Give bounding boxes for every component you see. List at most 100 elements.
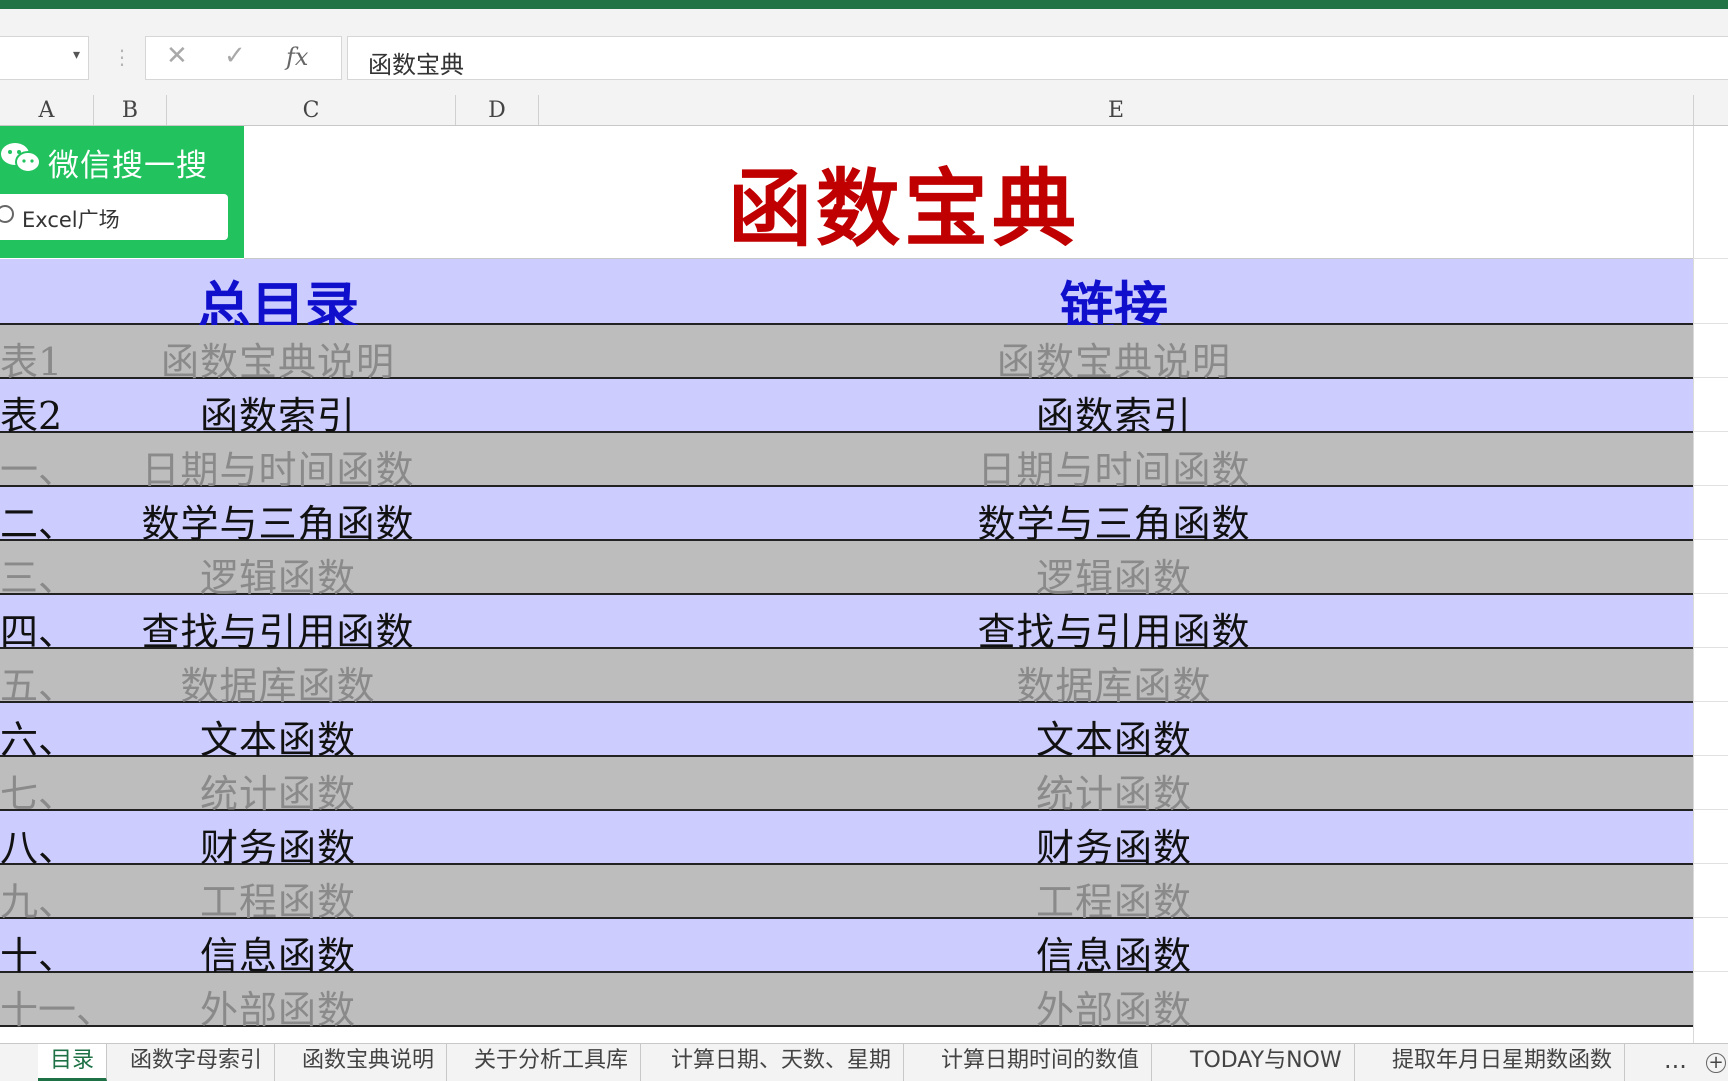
sheet-tab-bar: 目录 函数字母索引 函数宝典说明 关于分析工具库 计算日期、天数、星期 计算日期… (0, 1043, 1728, 1081)
row-gridline (1693, 647, 1728, 648)
row-link[interactable]: 逻辑函数 (914, 547, 1314, 602)
sheet-tab[interactable]: 计算日期时间的数值 (929, 1044, 1153, 1081)
sheet-tab[interactable]: 函数宝典说明 (290, 1044, 448, 1081)
row-link[interactable]: 数学与三角函数 (914, 493, 1314, 548)
row-title: 工程函数 (199, 880, 356, 924)
column-header-b[interactable]: B (94, 95, 167, 125)
row-gridline (1693, 809, 1728, 810)
row-number: 九、 (0, 880, 77, 924)
row-gridline (1693, 917, 1728, 918)
row-title: 查找与引用函数 (141, 610, 415, 654)
row-title: 日期与时间函数 (141, 448, 415, 492)
drag-handle-icon[interactable]: ⋮ (112, 45, 132, 69)
sheet-tab[interactable]: 函数字母索引 (118, 1044, 276, 1081)
row-link[interactable]: 函数索引 (914, 385, 1314, 440)
row-title: 文本函数 (199, 718, 356, 762)
table-row[interactable]: 五、 数据库函数 数据库函数 (0, 649, 1693, 708)
table-row[interactable]: 七、 统计函数 统计函数 (0, 757, 1693, 816)
table-row[interactable]: 表2 函数索引 函数索引 (0, 379, 1693, 438)
cancel-icon[interactable]: ✕ (166, 41, 188, 71)
search-icon (0, 205, 14, 223)
formula-content: 函数宝典 (368, 51, 464, 79)
column-headers: A B C D E (0, 95, 1728, 126)
row-link[interactable]: 函数宝典说明 (914, 331, 1314, 386)
row-gridline (1693, 971, 1728, 972)
column-header-d[interactable]: D (456, 95, 539, 125)
row-gridline (1693, 593, 1728, 594)
column-header-a[interactable]: A (0, 95, 94, 125)
row-gridline (1693, 323, 1728, 324)
row-link[interactable]: 文本函数 (914, 709, 1314, 764)
row-link[interactable]: 统计函数 (914, 763, 1314, 818)
enter-icon[interactable]: ✓ (224, 41, 246, 71)
row-title: 逻辑函数 (199, 556, 356, 600)
row-number: 三、 (0, 556, 77, 600)
table-row[interactable]: 九、 工程函数 工程函数 (0, 865, 1693, 924)
table-row[interactable]: 十一、 外部函数 外部函数 (0, 973, 1693, 1032)
column-divider (1693, 126, 1694, 1043)
row-number: 二、 (0, 502, 77, 546)
table-row[interactable]: 一、 日期与时间函数 日期与时间函数 (0, 433, 1693, 492)
sheet-tab[interactable]: TODAY与NOW (1178, 1044, 1355, 1081)
more-tabs-button[interactable]: ... (1664, 1046, 1687, 1074)
column-header-e[interactable]: E (539, 95, 1694, 125)
column-header-c[interactable]: C (167, 95, 456, 125)
row-gridline (1693, 431, 1728, 432)
row-number: 七、 (0, 772, 77, 816)
table-row[interactable]: 十、 信息函数 信息函数 (0, 919, 1693, 978)
page-title: 函数宝典 (727, 159, 1080, 258)
table-header-row[interactable]: 总目录 链接 (0, 259, 1693, 339)
row-title: 数据库函数 (180, 664, 376, 708)
row-number: 五、 (0, 664, 77, 708)
table-row[interactable]: 八、 财务函数 财务函数 (0, 811, 1693, 870)
table-row[interactable]: 六、 文本函数 文本函数 (0, 703, 1693, 762)
add-sheet-icon[interactable]: + (1706, 1053, 1726, 1073)
row-gridline (1693, 377, 1728, 378)
wechat-search-badge: 微信搜一搜 Excel广场 (0, 126, 244, 258)
table-row[interactable]: 三、 逻辑函数 逻辑函数 (0, 541, 1693, 600)
row-title: 统计函数 (199, 772, 356, 816)
wechat-icon (1, 143, 41, 173)
row-gridline (1693, 755, 1728, 756)
row-number: 四、 (0, 610, 77, 654)
chevron-down-icon[interactable]: ▾ (73, 47, 80, 63)
row-title: 数学与三角函数 (141, 502, 415, 546)
row-title: 函数索引 (199, 394, 356, 438)
title-cell[interactable]: 函数宝典 (244, 126, 1693, 259)
row-link[interactable]: 日期与时间函数 (914, 439, 1314, 494)
row-number: 十、 (0, 934, 77, 978)
row-number: 表1 (0, 340, 63, 384)
row-link[interactable]: 信息函数 (914, 925, 1314, 980)
row-title: 信息函数 (199, 934, 356, 978)
sheet-tab[interactable]: 计算日期、天数、星期 (659, 1044, 905, 1081)
row-gridline (1693, 701, 1728, 702)
row-number: 一、 (0, 448, 77, 492)
row-link[interactable]: 查找与引用函数 (914, 601, 1314, 656)
row-number: 表2 (0, 394, 63, 438)
sheet-tab[interactable]: 提取年月日星期数函数 (1380, 1044, 1626, 1081)
worksheet[interactable]: 微信搜一搜 Excel广场 函数宝典 总目录 链接 表1 函数宝典说明 函数宝典说明… (0, 126, 1728, 1043)
row-title: 外部函数 (199, 988, 356, 1032)
insert-function-icon[interactable]: fx (286, 43, 308, 71)
title-bar-strip (0, 0, 1728, 9)
row-link[interactable]: 财务函数 (914, 817, 1314, 872)
table-row[interactable]: 四、 查找与引用函数 查找与引用函数 (0, 595, 1693, 654)
formula-bar: ▾ ⋮ ✕ ✓ fx 函数宝典 (0, 9, 1728, 95)
table-row[interactable]: 表1 函数宝典说明 函数宝典说明 (0, 325, 1693, 384)
row-gridline (1693, 539, 1728, 540)
name-box[interactable]: ▾ (0, 36, 89, 80)
sheet-tab[interactable]: 目录 (38, 1044, 108, 1081)
row-number: 六、 (0, 718, 77, 762)
row-title: 财务函数 (199, 826, 356, 870)
row-gridline (1693, 485, 1728, 486)
table-row[interactable]: 二、 数学与三角函数 数学与三角函数 (0, 487, 1693, 546)
badge-search-text: Excel广场 (22, 208, 120, 232)
row-gridline (1693, 258, 1728, 259)
row-link[interactable]: 外部函数 (914, 979, 1314, 1034)
sheet-tab[interactable]: 关于分析工具库 (462, 1044, 642, 1081)
formula-buttons: ✕ ✓ fx (145, 36, 342, 80)
formula-input[interactable]: 函数宝典 (347, 36, 1728, 80)
row-link[interactable]: 数据库函数 (914, 655, 1314, 710)
row-link[interactable]: 工程函数 (914, 871, 1314, 926)
row-title: 函数宝典说明 (160, 340, 395, 384)
